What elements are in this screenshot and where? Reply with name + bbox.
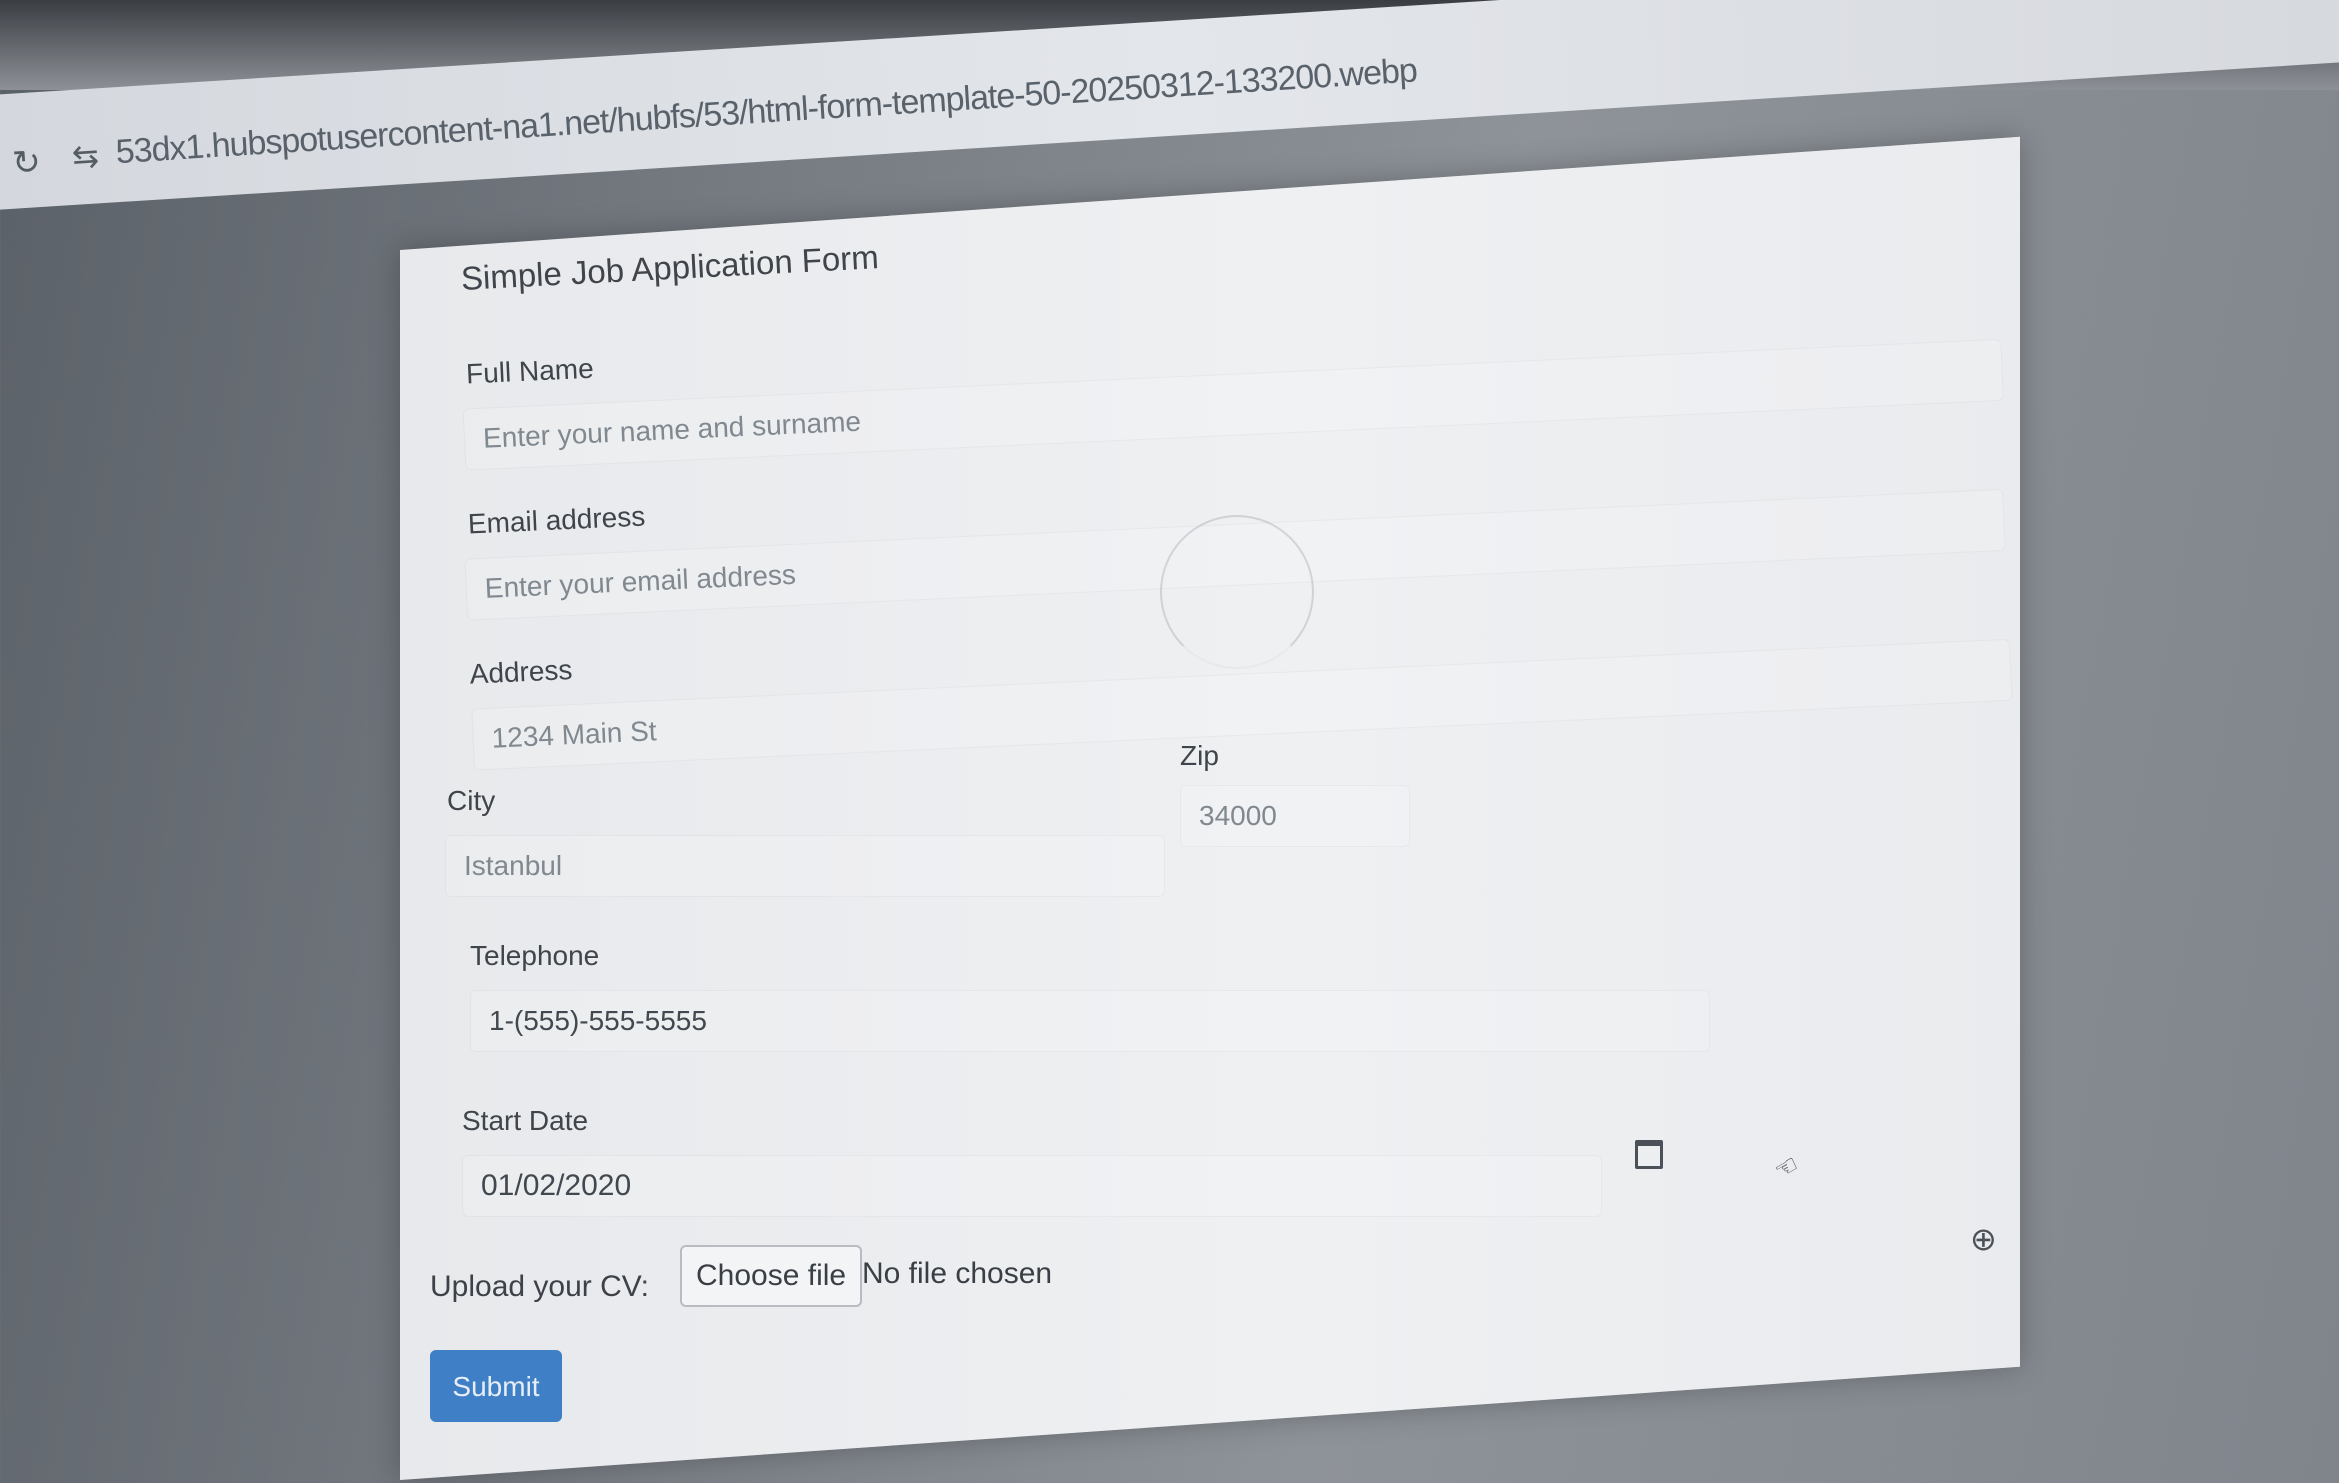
loading-spinner [1160,515,1314,669]
city-label: City [447,785,496,816]
submit-button[interactable]: Submit [430,1350,562,1422]
reload-icon[interactable]: ↻ [11,142,42,184]
zip-label: Zip [1180,740,1219,771]
zoom-in-icon[interactable]: ⊕ [1970,1220,1997,1258]
choose-file-button[interactable]: Choose file [680,1245,863,1307]
telephone-label: Telephone [470,940,600,971]
calendar-icon[interactable] [1635,1140,1663,1169]
file-status-text: No file chosen [862,1257,1053,1290]
address-label: Address [469,654,574,690]
full-name-label: Full Name [465,352,595,390]
upload-cv-label: Upload your CV: [430,1270,649,1303]
start-date-label: Start Date [462,1105,589,1136]
telephone-input[interactable]: 1-(555)-555-5555 [470,990,1710,1052]
zip-input[interactable]: 34000 [1180,785,1410,847]
tune-icon[interactable]: ⇆ [71,136,100,176]
city-input[interactable]: Istanbul [445,835,1165,897]
start-date-input[interactable]: 01/02/2020 [462,1155,1602,1217]
